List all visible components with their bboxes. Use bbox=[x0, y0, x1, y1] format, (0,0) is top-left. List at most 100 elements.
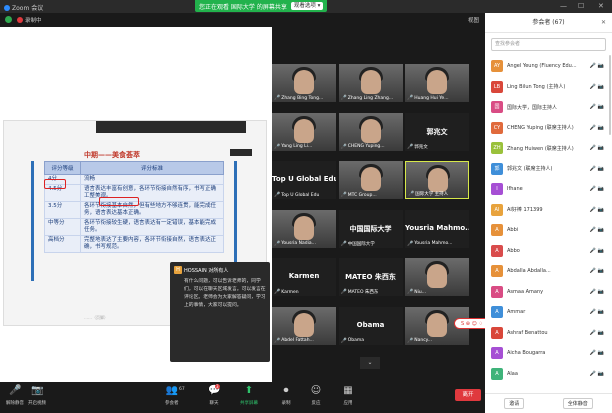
participant-status: 🎤 📷 bbox=[590, 248, 604, 254]
toolbar-label: 聊天 bbox=[209, 401, 219, 406]
muted-mic-icon: 🎤 bbox=[274, 240, 281, 247]
participant-row[interactable]: A Abbi 🎤 📷 bbox=[485, 220, 612, 241]
participant-row[interactable]: AY Angel Yeung (Fluency Edu... 🎤 📷 bbox=[485, 56, 612, 77]
maximize-button[interactable]: ☐ bbox=[578, 2, 584, 10]
tile-caption: 🎤 郭兆文 bbox=[407, 144, 428, 150]
participant-row[interactable]: LB Ling Bilun Tong (主持人) 🎤 📷 bbox=[485, 77, 612, 98]
close-button[interactable]: ✕ bbox=[598, 2, 604, 10]
view-button[interactable]: 视图 bbox=[468, 16, 479, 24]
participant-row[interactable]: A Ammar 🎤 📷 bbox=[485, 302, 612, 323]
video-tile[interactable]: 🎤 国际大学 主持人 bbox=[405, 161, 469, 199]
participant-status: 🎤 📷 bbox=[590, 350, 604, 356]
video-tile[interactable]: 🎤 Yousria Nadia... bbox=[272, 209, 336, 248]
participant-row[interactable]: A Ashraf Benattou 🎤 📷 bbox=[485, 323, 612, 344]
tile-name-label: Huang Hui Ye... bbox=[414, 95, 449, 101]
share-screen-button[interactable]: ⬆ 共享屏幕 bbox=[240, 385, 258, 406]
apps-button[interactable]: ▦ 应用 bbox=[342, 385, 354, 406]
video-tile[interactable]: Top U Global Edu 🎤 Top U Global Edu bbox=[272, 161, 336, 199]
tile-caption: 🎤 Niu... bbox=[407, 289, 426, 295]
participant-search-input[interactable]: 查找参会者 bbox=[491, 38, 606, 51]
video-tile[interactable]: 中国国际大学 🎤 中国国际大学 bbox=[338, 209, 403, 248]
participant-row[interactable]: 国国际大学，国际主持人 🎤 📷 bbox=[485, 97, 612, 118]
participant-status: 🎤 📷 bbox=[590, 371, 604, 377]
participant-name: Asmaa Amany bbox=[507, 288, 544, 295]
panel-scrollbar[interactable] bbox=[609, 55, 611, 135]
view-options-button[interactable]: 观看选项 ▾ bbox=[290, 2, 324, 10]
avatar: A bbox=[491, 326, 503, 339]
panel-header: 参会者 (67) ✕ bbox=[485, 13, 612, 33]
video-tile[interactable]: 🎤 MTC Group... bbox=[338, 161, 403, 199]
participant-video bbox=[294, 70, 314, 94]
participant-row[interactable]: 郭郭兆文 (联席主持人) 🎤 📷 bbox=[485, 159, 612, 180]
security-shield-icon[interactable] bbox=[5, 16, 12, 23]
video-off-icon: 📷 bbox=[597, 329, 604, 336]
leave-button[interactable]: 离开 bbox=[455, 389, 481, 401]
tile-display-name: 中国国际大学 bbox=[349, 224, 392, 233]
participant-video bbox=[360, 167, 381, 191]
participant-name: Abdalla Abdalla... bbox=[507, 268, 551, 275]
participant-video bbox=[360, 70, 381, 94]
participant-row[interactable]: ZH Zhang Huiwen (联席主持人) 🎤 📷 bbox=[485, 138, 612, 159]
video-tile[interactable]: 🎤 Zhang Ling Zhang... bbox=[338, 64, 403, 102]
invite-button[interactable]: 邀请 bbox=[504, 398, 525, 409]
video-off-icon: 📷 bbox=[597, 309, 604, 316]
tile-display-name: Yousria Mahmo... bbox=[405, 223, 469, 232]
unmute-button[interactable]: 🎤 解除静音 bbox=[6, 385, 24, 406]
tile-name-label: Obama bbox=[347, 338, 365, 343]
participant-row[interactable]: CY CHENG Yuping (联席主持人) 🎤 📷 bbox=[485, 118, 612, 139]
avatar: A bbox=[491, 244, 503, 257]
chat-sender: H HOSSAIN 对所有人 bbox=[174, 266, 266, 274]
video-tile[interactable]: Yousria Mahmo... 🎤 Yousria Mahmo... bbox=[405, 209, 469, 248]
participant-status: 🎤 📷 bbox=[590, 104, 604, 110]
mute-all-button[interactable]: 全体静音 bbox=[562, 398, 593, 409]
video-tile[interactable]: Obama 🎤 Obama bbox=[338, 306, 403, 345]
video-tile[interactable]: Karmen 🎤 Karmen bbox=[272, 258, 336, 296]
video-tile[interactable]: 🎤 CHENG Yuping... bbox=[338, 112, 403, 151]
avatar: AI bbox=[491, 203, 503, 216]
video-tile[interactable]: 🎤 Abdel Fattah... bbox=[272, 306, 336, 345]
panel-close-icon[interactable]: ✕ bbox=[601, 13, 606, 33]
table-cell: 完整地表达了主要内容，各环节衔接自然，语言表达正确，书写规范。 bbox=[80, 235, 224, 253]
toolbar-label: 参会者 bbox=[165, 401, 179, 406]
participant-name: Abbo bbox=[507, 247, 520, 254]
recording-indicator[interactable]: 录制中 bbox=[17, 16, 42, 24]
participant-row[interactable]: A Abbo 🎤 📷 bbox=[485, 241, 612, 262]
chat-notification[interactable]: H HOSSAIN 对所有人 有什么问题，可以告诉老师的，同学们，可以在聊天区域… bbox=[170, 262, 270, 362]
participant-name: Ifhane bbox=[507, 186, 523, 193]
tile-caption: 🎤 Abdel Fattah... bbox=[274, 338, 314, 344]
participant-row[interactable]: A Asmaa Amany 🎤 📷 bbox=[485, 282, 612, 303]
avatar: A bbox=[491, 347, 503, 360]
participant-name: 国际大学，国际主持人 bbox=[507, 104, 558, 111]
minimize-button[interactable]: — bbox=[560, 2, 567, 10]
muted-mic-icon: 🎤 bbox=[274, 95, 281, 101]
video-tile[interactable]: MATEO 朱西东 🎤 MATEO 朱西东 bbox=[338, 258, 403, 296]
video-tile[interactable]: 🎤 Yang Ling Li... bbox=[272, 112, 336, 151]
reactions-button[interactable]: ☺ 反应 bbox=[310, 385, 322, 406]
tile-display-name: 郭兆文 bbox=[426, 127, 448, 136]
video-tile[interactable]: 🎤 Zhang Bing Tong... bbox=[272, 64, 336, 102]
video-tile[interactable]: 郭兆文 🎤 郭兆文 bbox=[405, 112, 469, 151]
muted-mic-icon: 🎤 bbox=[274, 289, 281, 295]
video-tile[interactable]: 🎤 Niu... bbox=[405, 258, 469, 296]
participant-row[interactable]: I Ifhane 🎤 📷 bbox=[485, 179, 612, 200]
table-cell: 3.5分 bbox=[44, 201, 81, 219]
grid-scroll-down-button[interactable]: ⌄ bbox=[360, 357, 380, 369]
participant-name: Aicha Bougarra bbox=[507, 350, 546, 357]
tile-name-label: MATEO 朱西东 bbox=[347, 290, 379, 295]
muted-mic-icon: 🎤 bbox=[407, 143, 414, 150]
participant-row[interactable]: A Alaa 🎤 📷 bbox=[485, 364, 612, 385]
participants-button[interactable]: 👥 参会者 67 bbox=[165, 385, 185, 406]
participants-panel: 参会者 (67) ✕ 查找参会者 AY Angel Yeung (Fluency … bbox=[485, 13, 612, 413]
chat-button[interactable]: 💬 3 聊天 bbox=[208, 384, 220, 406]
meeting-toolbar: 🎤 解除静音 📷 开启视频 👥 参会者 67 💬 3 聊天 ⬆ 共享屏幕 ⏺ 录制 ☺ 反应 ▦ 应用 bbox=[0, 382, 485, 413]
toolbar-label: 应用 bbox=[343, 401, 353, 406]
participant-row[interactable]: AI AI好棒 171399 🎤 📷 bbox=[485, 200, 612, 221]
sender-name: HOSSAIN 对所有人 bbox=[184, 267, 229, 274]
participant-row[interactable]: A Aicha Bougarra 🎤 📷 bbox=[485, 343, 612, 364]
record-button[interactable]: ⏺ 录制 bbox=[280, 385, 292, 406]
table-cell: 高档分 bbox=[44, 235, 81, 253]
participant-row[interactable]: A Abdalla Abdalla... 🎤 📷 bbox=[485, 261, 612, 282]
muted-mic-icon: 🎤 bbox=[407, 289, 414, 295]
start-video-button[interactable]: 📷 开启视频 bbox=[28, 385, 46, 406]
video-tile[interactable]: 🎤 Huang Hui Ye... bbox=[405, 64, 469, 102]
